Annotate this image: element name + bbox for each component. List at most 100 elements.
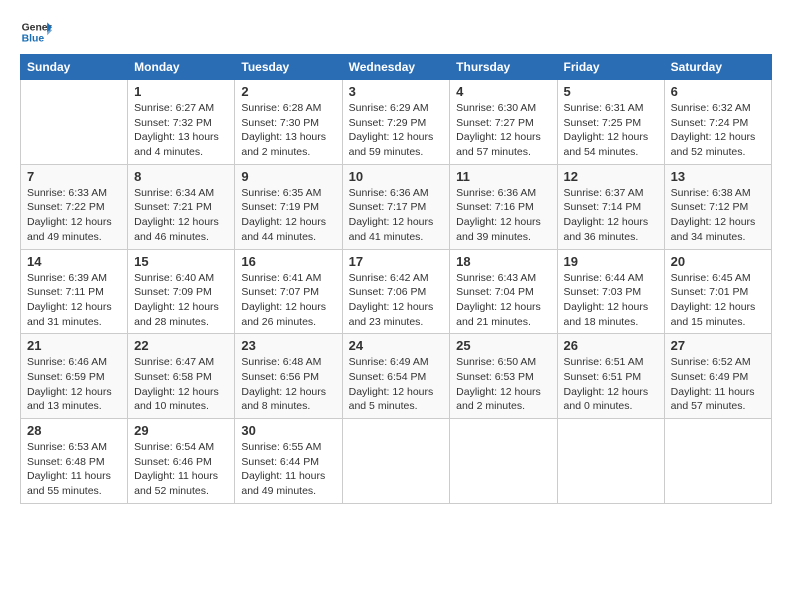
day-number: 2 — [241, 84, 335, 99]
day-info: Sunrise: 6:48 AMSunset: 6:56 PMDaylight:… — [241, 355, 335, 414]
day-info: Sunrise: 6:31 AMSunset: 7:25 PMDaylight:… — [564, 101, 658, 160]
day-number: 13 — [671, 169, 765, 184]
day-info: Sunrise: 6:36 AMSunset: 7:16 PMDaylight:… — [456, 186, 550, 245]
calendar-table: SundayMondayTuesdayWednesdayThursdayFrid… — [20, 54, 772, 504]
day-info: Sunrise: 6:36 AMSunset: 7:17 PMDaylight:… — [349, 186, 444, 245]
day-cell: 10 Sunrise: 6:36 AMSunset: 7:17 PMDayligh… — [342, 164, 450, 249]
day-info: Sunrise: 6:40 AMSunset: 7:09 PMDaylight:… — [134, 271, 228, 330]
logo-icon: General Blue — [20, 16, 52, 48]
week-row-3: 14Sunrise: 6:39 AMSunset: 7:11 PMDayligh… — [21, 249, 772, 334]
day-number: 3 — [349, 84, 444, 99]
day-info: Sunrise: 6:47 AMSunset: 6:58 PMDaylight:… — [134, 355, 228, 414]
day-number: 4 — [456, 84, 550, 99]
day-info: Sunrise: 6:37 AMSunset: 7:14 PMDaylight:… — [564, 186, 658, 245]
day-number: 7 — [27, 169, 121, 184]
day-info: Sunrise: 6:29 AMSunset: 7:29 PMDaylight:… — [349, 101, 444, 160]
weekday-header-wednesday: Wednesday — [342, 55, 450, 80]
day-number: 28 — [27, 423, 121, 438]
day-info: Sunrise: 6:35 AMSunset: 7:19 PMDaylight:… — [241, 186, 335, 245]
day-number: 19 — [564, 254, 658, 269]
day-info: Sunrise: 6:33 AMSunset: 7:22 PMDaylight:… — [27, 186, 121, 245]
day-cell: 26 Sunrise: 6:51 AMSunset: 6:51 PMDayligh… — [557, 334, 664, 419]
day-cell: 27Sunrise: 6:52 AMSunset: 6:49 PMDayligh… — [664, 334, 771, 419]
day-info: Sunrise: 6:49 AMSunset: 6:54 PMDaylight:… — [349, 355, 444, 414]
day-number: 22 — [134, 338, 228, 353]
day-number: 6 — [671, 84, 765, 99]
day-cell — [664, 419, 771, 504]
day-info: Sunrise: 6:30 AMSunset: 7:27 PMDaylight:… — [456, 101, 550, 160]
day-cell: 23 Sunrise: 6:48 AMSunset: 6:56 PMDayligh… — [235, 334, 342, 419]
day-number: 11 — [456, 169, 550, 184]
weekday-header-monday: Monday — [128, 55, 235, 80]
day-number: 23 — [241, 338, 335, 353]
weekday-header-sunday: Sunday — [21, 55, 128, 80]
logo: General Blue — [20, 16, 52, 48]
day-info: Sunrise: 6:43 AMSunset: 7:04 PMDaylight:… — [456, 271, 550, 330]
day-number: 25 — [456, 338, 550, 353]
day-number: 26 — [564, 338, 658, 353]
day-number: 21 — [27, 338, 121, 353]
day-info: Sunrise: 6:45 AMSunset: 7:01 PMDaylight:… — [671, 271, 765, 330]
day-cell: 19 Sunrise: 6:44 AMSunset: 7:03 PMDayligh… — [557, 249, 664, 334]
day-number: 14 — [27, 254, 121, 269]
day-cell — [557, 419, 664, 504]
day-cell: 17 Sunrise: 6:42 AMSunset: 7:06 PMDayligh… — [342, 249, 450, 334]
weekday-header-saturday: Saturday — [664, 55, 771, 80]
day-cell: 13 Sunrise: 6:38 AMSunset: 7:12 PMDayligh… — [664, 164, 771, 249]
day-number: 29 — [134, 423, 228, 438]
day-number: 24 — [349, 338, 444, 353]
day-cell: 21Sunrise: 6:46 AMSunset: 6:59 PMDayligh… — [21, 334, 128, 419]
day-info: Sunrise: 6:51 AMSunset: 6:51 PMDaylight:… — [564, 355, 658, 414]
day-cell: 5Sunrise: 6:31 AMSunset: 7:25 PMDaylight… — [557, 80, 664, 165]
day-cell: 14Sunrise: 6:39 AMSunset: 7:11 PMDayligh… — [21, 249, 128, 334]
day-cell: 22 Sunrise: 6:47 AMSunset: 6:58 PMDayligh… — [128, 334, 235, 419]
day-info: Sunrise: 6:41 AMSunset: 7:07 PMDaylight:… — [241, 271, 335, 330]
day-info: Sunrise: 6:32 AMSunset: 7:24 PMDaylight:… — [671, 101, 765, 160]
day-cell: 24 Sunrise: 6:49 AMSunset: 6:54 PMDayligh… — [342, 334, 450, 419]
week-row-1: 1 Sunrise: 6:27 AMSunset: 7:32 PMDaylight… — [21, 80, 772, 165]
day-cell — [450, 419, 557, 504]
day-cell: 25 Sunrise: 6:50 AMSunset: 6:53 PMDayligh… — [450, 334, 557, 419]
day-info: Sunrise: 6:27 AMSunset: 7:32 PMDaylight:… — [134, 101, 228, 160]
day-info: Sunrise: 6:42 AMSunset: 7:06 PMDaylight:… — [349, 271, 444, 330]
day-cell: 11 Sunrise: 6:36 AMSunset: 7:16 PMDayligh… — [450, 164, 557, 249]
day-cell: 4 Sunrise: 6:30 AMSunset: 7:27 PMDaylight… — [450, 80, 557, 165]
day-number: 27 — [671, 338, 765, 353]
day-number: 18 — [456, 254, 550, 269]
day-info: Sunrise: 6:50 AMSunset: 6:53 PMDaylight:… — [456, 355, 550, 414]
day-cell: 16Sunrise: 6:41 AMSunset: 7:07 PMDayligh… — [235, 249, 342, 334]
day-number: 17 — [349, 254, 444, 269]
week-row-2: 7 Sunrise: 6:33 AMSunset: 7:22 PMDaylight… — [21, 164, 772, 249]
day-info: Sunrise: 6:38 AMSunset: 7:12 PMDaylight:… — [671, 186, 765, 245]
day-number: 1 — [134, 84, 228, 99]
day-cell: 3 Sunrise: 6:29 AMSunset: 7:29 PMDaylight… — [342, 80, 450, 165]
day-cell: 29 Sunrise: 6:54 AMSunset: 6:46 PMDayligh… — [128, 419, 235, 504]
day-info: Sunrise: 6:44 AMSunset: 7:03 PMDaylight:… — [564, 271, 658, 330]
day-number: 20 — [671, 254, 765, 269]
day-number: 8 — [134, 169, 228, 184]
svg-text:Blue: Blue — [22, 34, 45, 45]
day-cell — [21, 80, 128, 165]
day-cell: 8 Sunrise: 6:34 AMSunset: 7:21 PMDaylight… — [128, 164, 235, 249]
day-cell: 9 Sunrise: 6:35 AMSunset: 7:19 PMDaylight… — [235, 164, 342, 249]
day-cell: 12Sunrise: 6:37 AMSunset: 7:14 PMDayligh… — [557, 164, 664, 249]
week-row-4: 21Sunrise: 6:46 AMSunset: 6:59 PMDayligh… — [21, 334, 772, 419]
day-number: 9 — [241, 169, 335, 184]
day-cell: 30 Sunrise: 6:55 AMSunset: 6:44 PMDayligh… — [235, 419, 342, 504]
page-header: General Blue — [20, 16, 772, 48]
day-number: 30 — [241, 423, 335, 438]
weekday-header-friday: Friday — [557, 55, 664, 80]
weekday-header-thursday: Thursday — [450, 55, 557, 80]
day-info: Sunrise: 6:53 AMSunset: 6:48 PMDaylight:… — [27, 440, 121, 499]
day-info: Sunrise: 6:28 AMSunset: 7:30 PMDaylight:… — [241, 101, 335, 160]
day-info: Sunrise: 6:54 AMSunset: 6:46 PMDaylight:… — [134, 440, 228, 499]
day-info: Sunrise: 6:55 AMSunset: 6:44 PMDaylight:… — [241, 440, 335, 499]
day-cell: 20 Sunrise: 6:45 AMSunset: 7:01 PMDayligh… — [664, 249, 771, 334]
day-cell: 18 Sunrise: 6:43 AMSunset: 7:04 PMDayligh… — [450, 249, 557, 334]
day-cell: 7 Sunrise: 6:33 AMSunset: 7:22 PMDaylight… — [21, 164, 128, 249]
header-row: SundayMondayTuesdayWednesdayThursdayFrid… — [21, 55, 772, 80]
day-cell: 15Sunrise: 6:40 AMSunset: 7:09 PMDayligh… — [128, 249, 235, 334]
day-cell: 1 Sunrise: 6:27 AMSunset: 7:32 PMDaylight… — [128, 80, 235, 165]
day-number: 10 — [349, 169, 444, 184]
day-info: Sunrise: 6:34 AMSunset: 7:21 PMDaylight:… — [134, 186, 228, 245]
